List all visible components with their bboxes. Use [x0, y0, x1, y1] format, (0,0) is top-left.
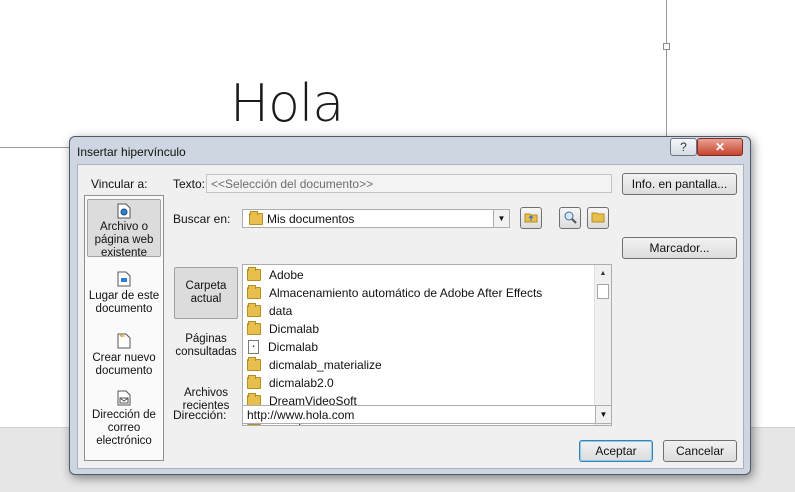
- location-current-folder[interactable]: Carpeta actual: [174, 267, 238, 319]
- slide-text: Hola: [230, 74, 344, 134]
- list-item[interactable]: Dicmalab: [247, 320, 319, 338]
- browse-web-button[interactable]: [559, 207, 581, 229]
- text-label: Texto:: [173, 177, 206, 191]
- link-to-panel: Archivo o página web existente Lugar de …: [84, 195, 164, 461]
- link-item-label-3: existente: [100, 247, 148, 259]
- new-document-icon: [116, 332, 132, 350]
- resize-handle[interactable]: [663, 43, 670, 50]
- link-item-label-3: electrónico: [96, 435, 152, 447]
- link-item-label-2: documento: [95, 365, 153, 377]
- list-item[interactable]: ▪ Dicmalab: [247, 338, 318, 356]
- scroll-thumb[interactable]: [597, 284, 609, 299]
- file-name: dicmalab_materialize: [269, 358, 382, 372]
- link-item-label-2: documento: [95, 303, 153, 315]
- text-to-display-field[interactable]: <<Selección del documento>>: [206, 174, 612, 193]
- email-icon: [116, 389, 132, 407]
- location-label-1: Carpeta: [185, 280, 227, 292]
- address-combo[interactable]: http://www.hola.com ▼: [242, 405, 612, 424]
- up-folder-button[interactable]: [520, 207, 542, 229]
- open-folder-icon: [591, 211, 605, 226]
- list-item[interactable]: Almacenamiento automático de Adobe After…: [247, 284, 542, 302]
- file-name: data: [269, 304, 293, 318]
- folder-icon: [247, 285, 261, 299]
- location-browsed-pages[interactable]: Páginas consultadas: [174, 333, 238, 363]
- ok-button[interactable]: Aceptar: [579, 440, 653, 462]
- insert-hyperlink-dialog: Insertar hipervínculo ? ✕ Vincular a: Ar…: [69, 136, 751, 475]
- dialog-titlebar: Insertar hipervínculo ? ✕: [70, 137, 750, 163]
- dialog-body: Vincular a: Archivo o página web existen…: [77, 164, 744, 469]
- chevron-down-icon[interactable]: ▼: [493, 210, 509, 227]
- bookmark-button[interactable]: Marcador...: [622, 237, 737, 259]
- link-to-label: Vincular a:: [91, 177, 148, 191]
- link-item-label-1: Dirección de: [92, 409, 156, 421]
- location-label-2: consultadas: [175, 346, 237, 358]
- location-panel: Carpeta actual Páginas consultadas Archi…: [174, 267, 242, 423]
- cancel-button[interactable]: Cancelar: [663, 440, 737, 462]
- link-item-label-2: página web: [94, 234, 154, 246]
- address-label: Dirección:: [173, 408, 227, 422]
- location-label-1: Páginas: [185, 333, 227, 345]
- close-icon: ✕: [714, 140, 726, 154]
- file-name: Dicmalab: [268, 340, 319, 354]
- folder-icon: [247, 321, 261, 335]
- list-item[interactable]: data: [247, 302, 292, 320]
- link-item-label-1: Archivo o: [100, 221, 148, 233]
- location-label-2: actual: [190, 293, 222, 305]
- list-item[interactable]: Adobe: [247, 266, 304, 284]
- place-icon: [116, 270, 132, 288]
- file-name: Adobe: [269, 268, 304, 282]
- browse-web-icon: [563, 210, 577, 227]
- look-in-combo[interactable]: Mis documentos ▼: [242, 209, 510, 228]
- link-item-existing-file[interactable]: Archivo o página web existente: [87, 199, 161, 259]
- look-in-value: Mis documentos: [267, 212, 355, 226]
- folder-icon: [247, 357, 261, 371]
- help-button[interactable]: ?: [670, 138, 697, 156]
- scroll-up-icon[interactable]: ▲: [595, 265, 611, 281]
- file-name: Almacenamiento automático de Adobe After…: [269, 286, 543, 300]
- folder-icon: [249, 211, 263, 227]
- address-value: http://www.hola.com: [247, 408, 355, 422]
- link-item-place-in-document[interactable]: Lugar de este documento: [87, 270, 161, 320]
- link-item-label-2: correo: [107, 422, 141, 434]
- list-item[interactable]: dicmalab2.0: [247, 374, 334, 392]
- folder-icon: [247, 267, 261, 281]
- link-item-label-1: Lugar de este: [88, 290, 160, 302]
- close-button[interactable]: ✕: [697, 138, 743, 156]
- file-name: Dicmalab: [269, 322, 320, 336]
- link-item-email-address[interactable]: Dirección de correo electrónico: [87, 389, 161, 455]
- browse-file-button[interactable]: [587, 207, 609, 229]
- vertical-scrollbar[interactable]: ▲ ▼: [594, 265, 611, 425]
- screen-tip-button[interactable]: Info. en pantalla...: [622, 173, 737, 195]
- look-in-label: Buscar en:: [173, 212, 231, 226]
- link-item-label-1: Crear nuevo: [92, 352, 156, 364]
- dialog-title: Insertar hipervínculo: [77, 145, 186, 159]
- help-icon: ?: [680, 140, 687, 154]
- link-item-new-document[interactable]: Crear nuevo documento: [87, 332, 161, 382]
- folder-icon: [247, 303, 261, 317]
- file-list[interactable]: Adobe Almacenamiento automático de Adobe…: [242, 264, 612, 426]
- chevron-down-icon[interactable]: ▼: [595, 406, 611, 423]
- file-name: dicmalab2.0: [269, 376, 334, 390]
- list-item[interactable]: dicmalab_materialize: [247, 356, 382, 374]
- up-folder-icon: [524, 211, 538, 226]
- web-page-icon: [116, 203, 132, 219]
- file-icon: ▪: [248, 340, 259, 354]
- location-label-1: Archivos: [183, 387, 229, 399]
- folder-icon: [247, 375, 261, 389]
